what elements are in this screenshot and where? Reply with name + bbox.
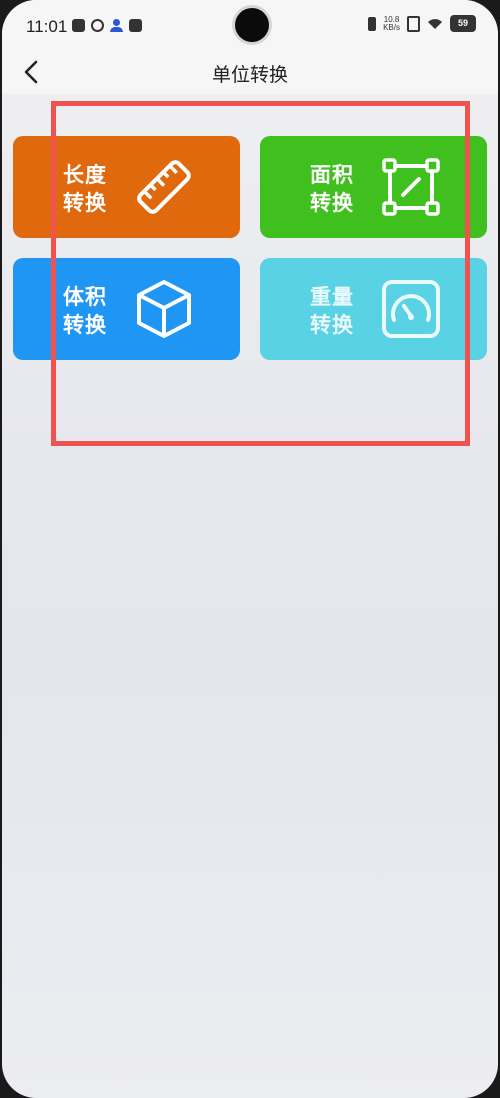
vibrate-icon (368, 16, 377, 31)
tile-label-line1: 体积 (63, 285, 107, 309)
volume-conversion-tile[interactable]: 体积 转换 (13, 258, 240, 360)
network-speed: 10.8 KB/s (383, 15, 400, 32)
status-notification-icons (72, 19, 142, 32)
tile-label-line1: 长度 (63, 163, 107, 187)
battery-icon: 59 (450, 15, 476, 32)
ring-icon (91, 19, 104, 32)
length-conversion-tile[interactable]: 长度 转换 (13, 136, 240, 238)
network-speed-unit: KB/s (383, 22, 400, 32)
tiktok-icon (72, 19, 85, 32)
page-title: 单位转换 (211, 64, 288, 86)
status-bar: 11:01 10.8 KB/s 59 (2, 0, 498, 54)
area-conversion-tile[interactable]: 面积 转换 (260, 136, 487, 238)
sim-icon (407, 15, 420, 32)
area-frame-icon (382, 158, 440, 216)
cube-icon (137, 280, 191, 338)
scale-gauge-icon (382, 280, 440, 338)
phone-screen: 11:01 10.8 KB/s 59 单位转换 长度 转换 面积 转换 体积 转… (2, 0, 498, 1098)
tile-label: 面积 转换 (310, 161, 362, 217)
app-header: 单位转换 (2, 54, 498, 94)
weight-conversion-tile[interactable]: 重量 转换 (260, 258, 487, 360)
tile-label-line2: 转换 (63, 191, 107, 215)
tile-label: 体积 转换 (63, 283, 115, 339)
tile-label-line1: 面积 (310, 163, 354, 187)
tile-label-line1: 重量 (310, 285, 354, 309)
tile-label-line2: 转换 (310, 191, 354, 215)
tile-label-line2: 转换 (310, 313, 354, 337)
tile-label: 重量 转换 (310, 283, 362, 339)
status-system-icons: 10.8 KB/s 59 (368, 15, 476, 32)
tile-label: 长度 转换 (63, 161, 115, 217)
status-time: 11:01 (26, 17, 68, 36)
wifi-icon (427, 18, 443, 30)
front-camera (235, 8, 269, 42)
person-icon (110, 19, 123, 32)
bag-icon (129, 19, 142, 32)
ruler-icon (137, 160, 191, 214)
tile-label-line2: 转换 (63, 313, 107, 337)
